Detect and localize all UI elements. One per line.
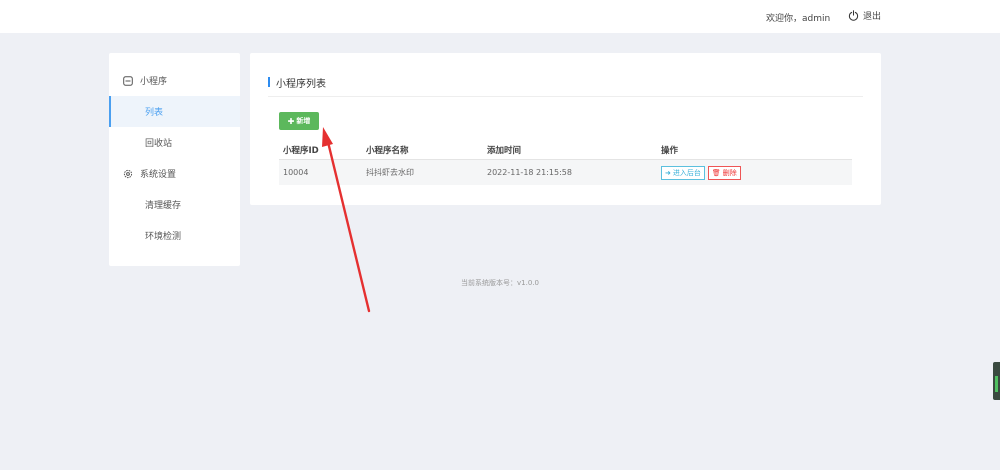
logout-button[interactable]: 退出: [848, 9, 881, 22]
add-button-label: 新增: [296, 117, 311, 125]
sidebar-item-recycle-bin[interactable]: 回收站: [109, 127, 240, 158]
col-header-added: 添加时间: [487, 146, 522, 156]
sidebar-item-label: 回收站: [145, 139, 173, 149]
gear-icon: [123, 169, 133, 178]
floating-side-widget[interactable]: [993, 362, 1000, 400]
sidebar-group-miniprogram[interactable]: 小程序: [109, 65, 240, 96]
title-accent-bar: [268, 77, 270, 87]
sidebar-item-clear-cache[interactable]: 清理缓存: [109, 189, 240, 220]
arrow-right-icon: ➜: [665, 168, 671, 177]
sidebar-group-label: 小程序: [140, 77, 168, 87]
sidebar-item-env-check[interactable]: 环境检测: [109, 220, 240, 251]
add-button[interactable]: ✚ 新增: [279, 112, 319, 130]
col-header-id: 小程序ID: [283, 146, 319, 156]
miniprogram-table: 小程序ID 小程序名称 添加时间 操作 10004 抖抖虾去水印 2022-11…: [279, 141, 852, 185]
power-icon: [848, 10, 859, 21]
cell-name: 抖抖虾去水印: [366, 168, 414, 177]
col-header-name: 小程序名称: [366, 146, 409, 156]
page-title: 小程序列表: [276, 79, 326, 90]
app-icon: [123, 75, 133, 86]
cell-added: 2022-11-18 21:15:58: [487, 168, 572, 177]
widget-indicator: [995, 376, 998, 392]
table-header: 小程序ID 小程序名称 添加时间 操作: [279, 141, 852, 160]
cell-actions: ➜ 进入后台 🗑 删除: [661, 165, 852, 180]
trash-icon: 🗑: [711, 168, 721, 177]
welcome-text: 欢迎你，admin: [766, 14, 831, 24]
plus-icon: ✚: [287, 116, 295, 126]
sidebar-group-label: 系统设置: [140, 170, 177, 180]
sidebar-item-label: 清理缓存: [145, 201, 182, 211]
delete-label: 删除: [722, 168, 737, 177]
main-panel: 小程序列表 ✚ 新增 小程序ID 小程序名称 添加时间 操作 10004 抖抖虾…: [250, 53, 881, 205]
version-text: 当前系统版本号：v1.0.0: [461, 279, 539, 287]
sidebar-item-label: 列表: [145, 108, 164, 118]
top-bar: 欢迎你，admin 退出: [0, 0, 1000, 33]
table-row: 10004 抖抖虾去水印 2022-11-18 21:15:58 ➜ 进入后台 …: [279, 160, 852, 185]
sidebar-item-list[interactable]: 列表: [109, 96, 240, 127]
enter-admin-button[interactable]: ➜ 进入后台: [661, 165, 705, 180]
enter-admin-label: 进入后台: [672, 168, 701, 177]
col-header-actions: 操作: [661, 146, 679, 156]
panel-header: 小程序列表: [268, 75, 863, 97]
cell-id: 10004: [283, 168, 309, 177]
sidebar-group-settings[interactable]: 系统设置: [109, 158, 240, 189]
logout-label: 退出: [863, 12, 882, 22]
sidebar-item-label: 环境检测: [145, 232, 182, 242]
delete-button[interactable]: 🗑 删除: [707, 165, 741, 180]
sidebar: 小程序 列表 回收站 系统设置 清理缓存 环境检测: [109, 53, 240, 266]
